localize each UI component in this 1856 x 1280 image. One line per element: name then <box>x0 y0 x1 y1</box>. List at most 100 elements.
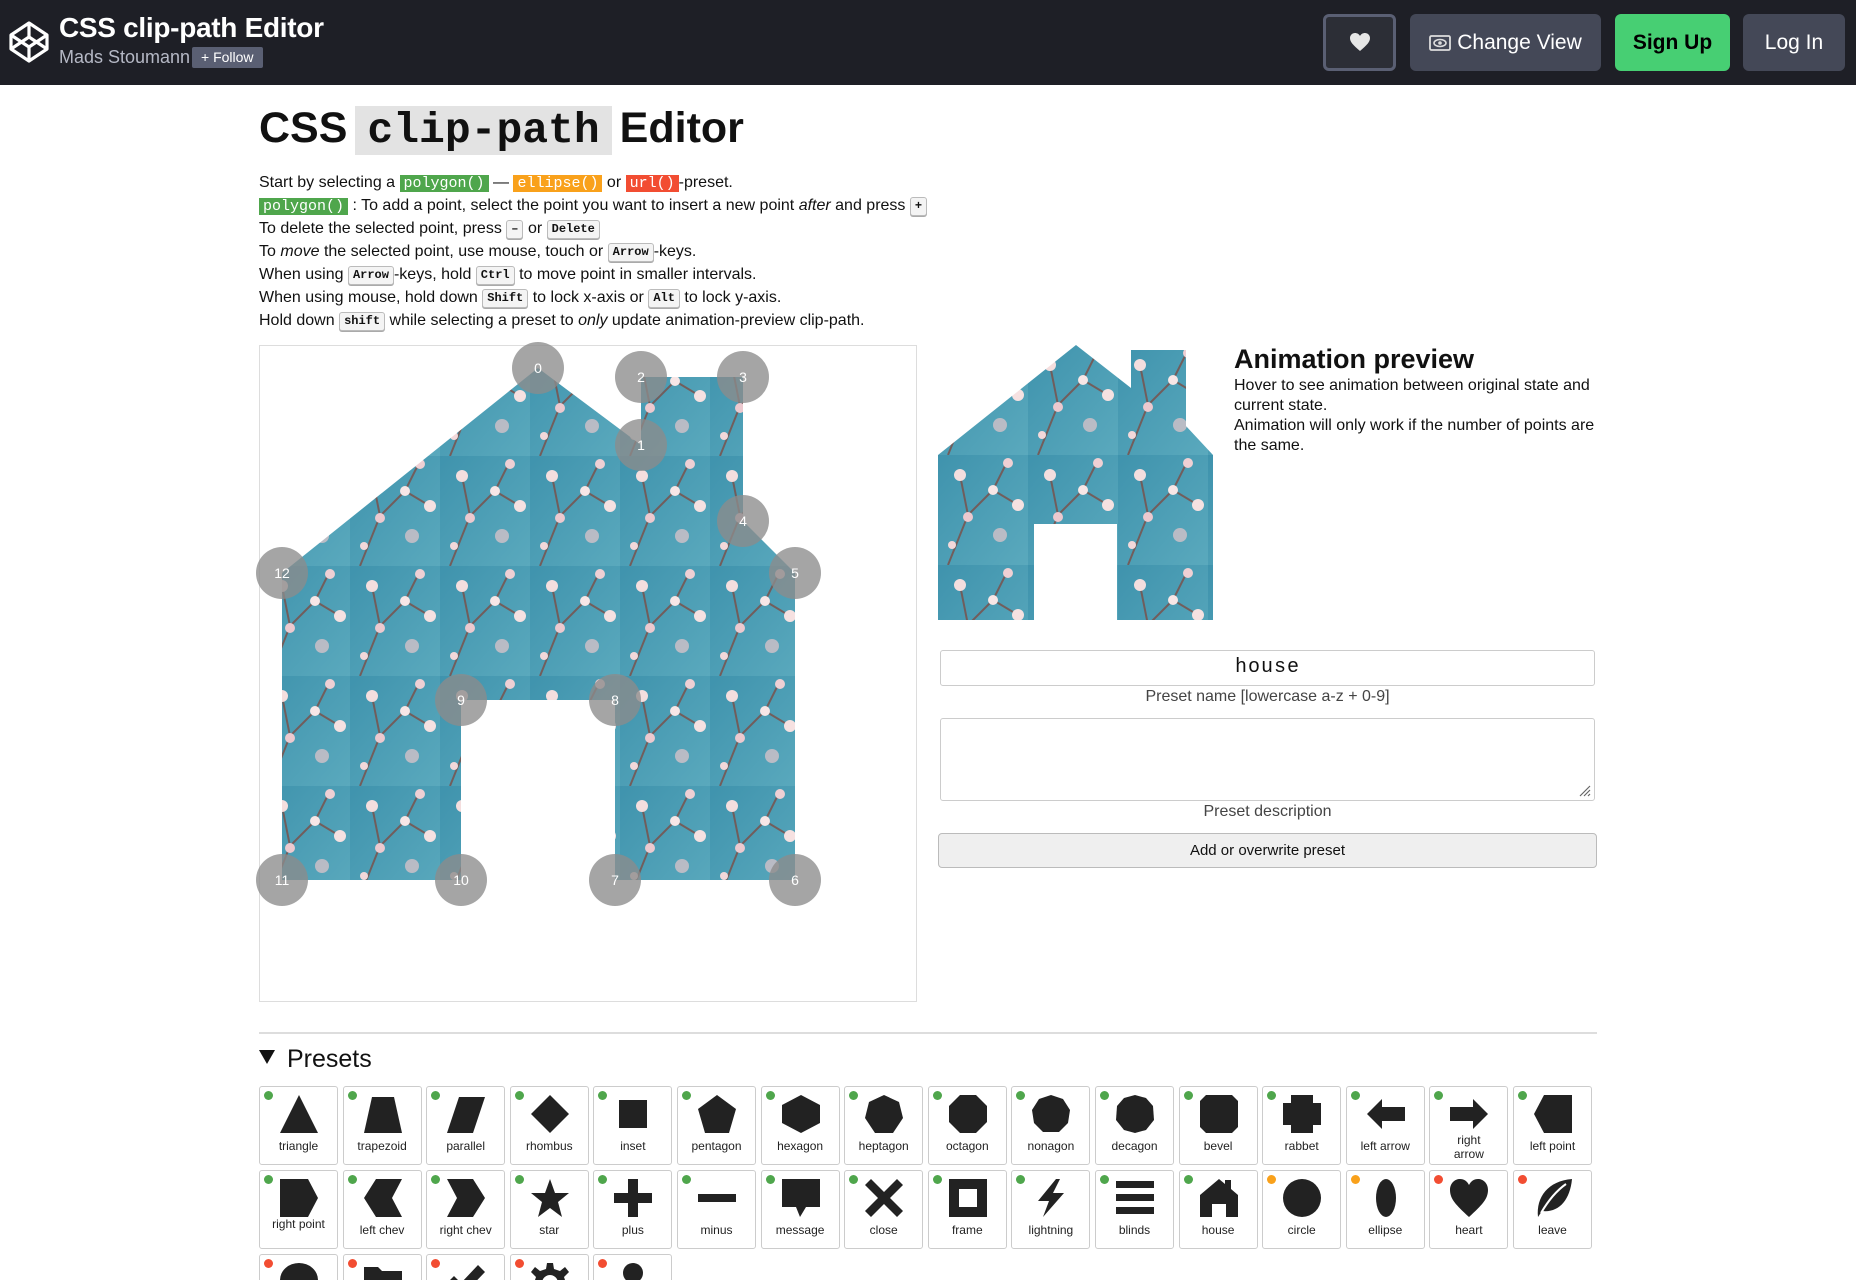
preset-label: trapezoid <box>357 1139 407 1153</box>
right-arrow-icon <box>1450 1099 1489 1129</box>
preset-tile-pentagon[interactable]: pentagon <box>677 1086 756 1165</box>
preset-label: octagon <box>945 1139 989 1153</box>
log-in-button[interactable]: Log In <box>1743 14 1845 71</box>
preset-tile-frame[interactable]: frame <box>927 1170 1007 1249</box>
preset-tile-plus[interactable]: plus <box>593 1170 673 1249</box>
preset-tile-right-arrow[interactable]: right arrow <box>1429 1086 1509 1165</box>
point-handle-9[interactable]: 9 <box>435 674 487 726</box>
preset-tile-house[interactable]: house <box>1178 1170 1258 1249</box>
preset-tile-blinds[interactable]: blinds <box>1095 1170 1174 1249</box>
point-handle-3[interactable]: 3 <box>717 351 769 403</box>
url-type-dot <box>431 1259 441 1268</box>
point-handle-4[interactable]: 4 <box>717 495 769 547</box>
preset-tile-left-point[interactable]: left point <box>1513 1086 1592 1165</box>
author-name[interactable]: Mads Stoumann <box>59 47 190 68</box>
leaf-icon <box>1537 1179 1572 1217</box>
preset-tile-parallel[interactable]: parallel <box>426 1086 506 1165</box>
preset-tile-checkmark[interactable] <box>426 1254 506 1280</box>
app-title[interactable]: CSS clip-path Editor <box>59 12 324 44</box>
preset-tile-left-chev[interactable]: left chev <box>342 1170 422 1249</box>
point-handle-8[interactable]: 8 <box>589 674 641 726</box>
instruction-line-3: To delete the selected point, press – or… <box>259 217 927 240</box>
title-code-clip-path: clip-path <box>355 106 612 155</box>
preset-tile-decagon[interactable]: decagon <box>1095 1086 1174 1165</box>
preset-tile-star[interactable]: star <box>509 1170 589 1249</box>
rabbet-icon <box>1283 1095 1322 1133</box>
point-handle-7[interactable]: 7 <box>589 854 641 906</box>
preset-tile-circle[interactable]: circle <box>1262 1170 1342 1249</box>
point-handle-11[interactable]: 11 <box>256 854 308 906</box>
preset-tile-triangle[interactable]: triangle <box>259 1086 338 1165</box>
preset-label: rhombus <box>525 1139 573 1153</box>
presets-summary[interactable]: Presets <box>259 1045 372 1074</box>
preset-tile-gear[interactable] <box>509 1254 589 1280</box>
point-handle-2[interactable]: 2 <box>615 351 667 403</box>
clip-path-editor[interactable]: 0 1 2 3 4 5 6 7 8 9 10 11 12 <box>256 342 918 1003</box>
eye-icon <box>1429 35 1452 51</box>
title-word-editor: Editor <box>619 104 744 152</box>
polygon-type-dot <box>849 1175 859 1184</box>
preset-tile-bevel[interactable]: bevel <box>1178 1086 1258 1165</box>
preset-tile-rhombus[interactable]: rhombus <box>509 1086 589 1165</box>
preset-tile-heart[interactable]: heart <box>1429 1170 1509 1249</box>
preset-tile-right-point[interactable]: right point <box>259 1170 338 1249</box>
preset-tile-trapezoid[interactable]: trapezoid <box>342 1086 422 1165</box>
preset-tile-heptagon[interactable]: heptagon <box>844 1086 924 1165</box>
preset-tile-rabbet[interactable]: rabbet <box>1262 1086 1342 1165</box>
animation-preview-description: Hover to see animation between original … <box>1234 377 1595 454</box>
polygon-type-dot <box>347 1091 357 1100</box>
point-handle-0[interactable]: 0 <box>512 342 564 394</box>
parallelogram-icon <box>447 1097 486 1133</box>
add-preset-button[interactable]: Add or overwrite preset <box>938 833 1597 868</box>
arrow-key: Arrow <box>607 243 654 262</box>
preset-tile-octagon[interactable]: octagon <box>927 1086 1007 1165</box>
preset-label: frame <box>951 1223 983 1237</box>
point-handle-6[interactable]: 6 <box>769 854 821 906</box>
title-word-css: CSS <box>259 104 348 152</box>
preset-tile-close[interactable]: close <box>844 1170 924 1249</box>
point-handle-1[interactable]: 1 <box>615 419 667 471</box>
preset-tile-ellipse[interactable]: ellipse <box>1345 1170 1425 1249</box>
left-point-icon <box>1534 1095 1572 1133</box>
preset-tile-inset[interactable]: inset <box>593 1086 673 1165</box>
follow-button[interactable]: + Follow <box>192 47 263 68</box>
polygon-type-dot <box>264 1175 273 1184</box>
preset-label: close <box>869 1223 898 1237</box>
resize-handle-icon[interactable] <box>1577 783 1591 797</box>
polygon-type-dot <box>765 1091 775 1100</box>
left-chevron-icon <box>363 1179 402 1217</box>
change-view-button[interactable]: Change View <box>1410 14 1601 71</box>
preset-tile-message[interactable]: message <box>760 1170 840 1249</box>
preset-tile-right-chev[interactable]: right chev <box>426 1170 506 1249</box>
house-icon <box>1199 1179 1238 1217</box>
heart-button[interactable] <box>1323 14 1396 71</box>
preset-tile-user[interactable] <box>593 1254 673 1280</box>
polygon-type-dot <box>1016 1175 1026 1184</box>
preset-tile-nonagon[interactable]: nonagon <box>1011 1086 1091 1165</box>
frame-icon <box>948 1179 987 1217</box>
left-arrow-icon <box>1366 1099 1405 1129</box>
preset-name-input[interactable]: house <box>940 650 1595 686</box>
preset-description-input[interactable] <box>940 718 1595 801</box>
preset-label: left point <box>1529 1139 1576 1153</box>
preset-tile-lightning[interactable]: lightning <box>1011 1170 1091 1249</box>
preset-tile-folder[interactable] <box>342 1254 422 1280</box>
instruction-line-1: Start by selecting a polygon() — ellipse… <box>259 174 733 192</box>
preset-tile-minus[interactable]: minus <box>677 1170 756 1249</box>
sign-up-button[interactable]: Sign Up <box>1615 14 1730 71</box>
animation-preview-image[interactable] <box>938 345 1213 620</box>
codepen-logo-icon[interactable] <box>8 20 50 64</box>
point-handle-5[interactable]: 5 <box>769 547 821 599</box>
preset-tile-leave[interactable]: leave <box>1513 1170 1592 1249</box>
url-tag: url() <box>625 175 679 192</box>
rhombus-icon <box>530 1095 569 1133</box>
clipped-image[interactable] <box>260 346 918 1003</box>
preset-tile-left-arrow[interactable]: left arrow <box>1345 1086 1425 1165</box>
preset-tile-speech-bubble[interactable] <box>259 1254 338 1280</box>
inset-icon <box>619 1100 648 1128</box>
circle-icon <box>1283 1179 1322 1217</box>
point-handle-12[interactable]: 12 <box>256 547 308 599</box>
preset-tile-hexagon[interactable]: hexagon <box>760 1086 840 1165</box>
polygon-type-dot <box>1518 1091 1527 1100</box>
point-handle-10[interactable]: 10 <box>435 854 487 906</box>
